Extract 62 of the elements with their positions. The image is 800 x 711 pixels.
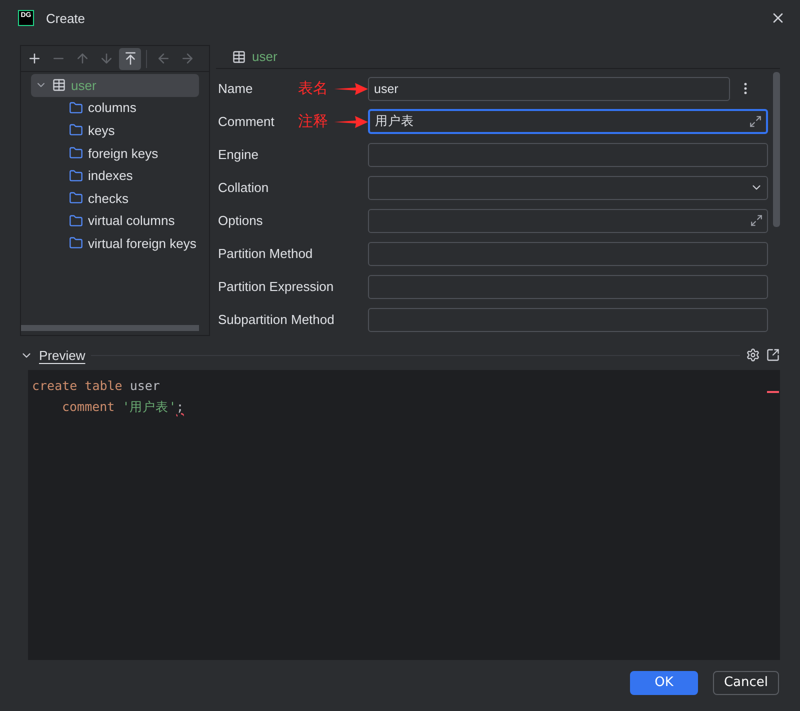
input-field[interactable] <box>368 308 768 332</box>
tree-label: columns <box>88 100 136 116</box>
tab-title: user <box>252 49 278 64</box>
code-string: '用户表' <box>122 399 176 414</box>
input-field[interactable]: user <box>368 76 730 100</box>
tree-item[interactable]: virtual foreign keys <box>31 232 199 255</box>
field-label: Options <box>218 213 264 228</box>
field-label: Name <box>218 81 254 96</box>
window-title: Create <box>46 10 86 26</box>
section-title[interactable]: Preview <box>39 348 86 362</box>
tree-label: foreign keys <box>88 146 158 161</box>
folder-icon <box>69 214 83 228</box>
open-external-icon[interactable] <box>766 348 780 362</box>
field-label: Partition Expression <box>218 279 335 294</box>
move-to-top-icon[interactable] <box>119 48 141 70</box>
input-field[interactable] <box>368 274 768 298</box>
ok-button[interactable]: OK <box>630 670 698 694</box>
tree-item[interactable]: indexes <box>31 164 199 187</box>
folder-icon <box>69 168 83 183</box>
tree-label: user <box>71 78 96 93</box>
tree-label: virtual foreign keys <box>88 236 196 251</box>
tree-item[interactable]: keys <box>31 119 199 142</box>
folder-icon <box>69 236 83 250</box>
expand-icon[interactable] <box>749 115 762 128</box>
code-keyword: create table <box>32 378 124 393</box>
code-editor[interactable]: create table user comment '用户表'; <box>28 370 780 660</box>
field-label: Comment <box>218 114 276 129</box>
expand-icon[interactable] <box>750 214 763 227</box>
settings-icon[interactable] <box>746 348 760 362</box>
error-marker <box>767 391 779 393</box>
code-text: ; <box>176 399 184 414</box>
input-field[interactable] <box>368 242 768 266</box>
table-icon <box>232 50 246 64</box>
scrollbar[interactable] <box>773 72 780 227</box>
select-field[interactable] <box>368 176 768 200</box>
tree-label: indexes <box>88 168 133 184</box>
field-label: Subpartition Method <box>218 312 336 327</box>
field-label: Engine <box>218 147 260 162</box>
tree-item[interactable]: foreign keys <box>31 142 199 164</box>
tree-item[interactable]: user <box>31 74 199 97</box>
field-label: Partition Method <box>218 246 314 261</box>
tree-item[interactable]: columns <box>31 96 199 120</box>
folder-icon <box>69 123 83 138</box>
input-field[interactable] <box>368 208 768 232</box>
tree-label: keys <box>88 122 115 138</box>
tree-label: virtual columns <box>88 213 175 228</box>
annotation: 表名 <box>298 79 328 98</box>
scrollbar[interactable] <box>21 325 199 331</box>
tree-item[interactable]: virtual columns <box>31 210 199 232</box>
code-keyword: comment <box>62 399 116 414</box>
folder-icon <box>69 100 83 115</box>
tree-item[interactable]: checks <box>31 186 199 210</box>
field-label: Collation <box>218 180 270 195</box>
table-icon <box>52 78 66 92</box>
input-field[interactable]: 用户表 <box>368 109 768 134</box>
folder-icon <box>69 191 83 206</box>
tree-label: checks <box>88 190 128 206</box>
input-field[interactable] <box>368 142 768 166</box>
annotation: 注释 <box>298 112 328 131</box>
cancel-button[interactable]: Cancel <box>713 670 779 694</box>
code-text: user <box>130 378 160 393</box>
folder-icon <box>69 146 83 160</box>
